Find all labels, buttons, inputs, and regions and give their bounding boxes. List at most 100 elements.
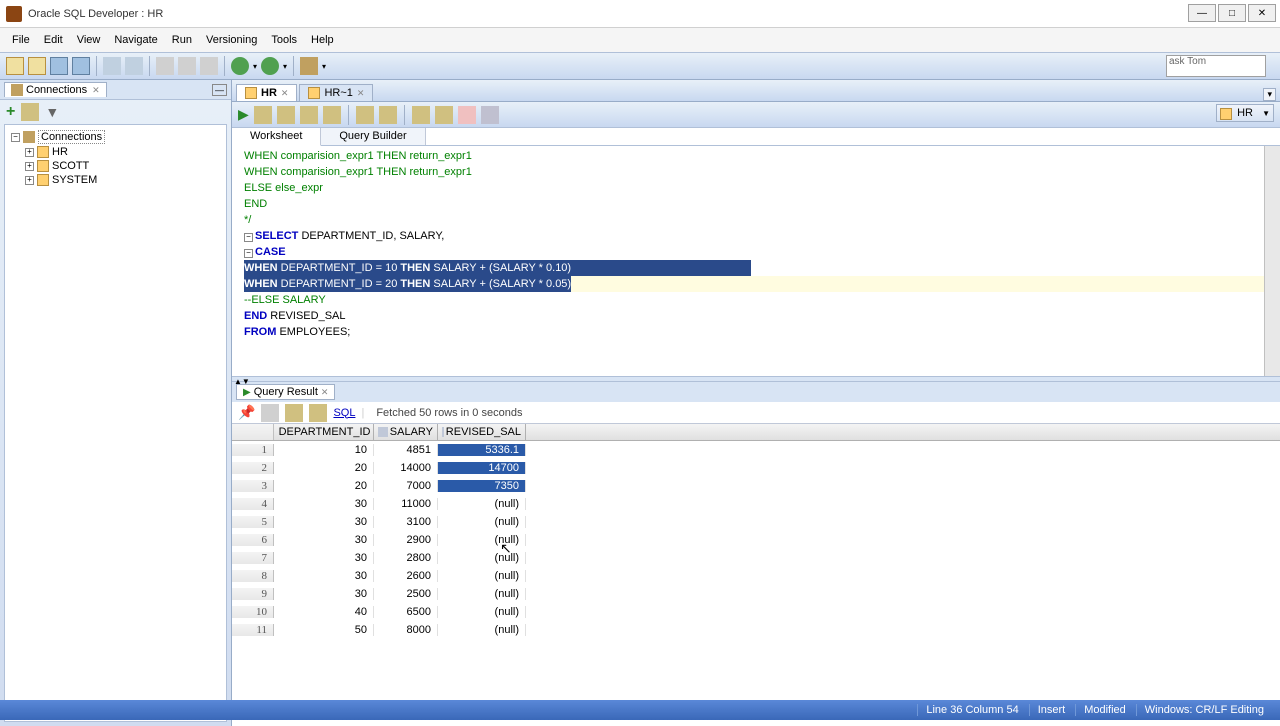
- expand-icon[interactable]: +: [25, 148, 34, 157]
- ask-tom-search[interactable]: ask Tom: [1166, 55, 1266, 77]
- copy-icon[interactable]: [178, 57, 196, 75]
- sql-tuning-icon[interactable]: [323, 106, 341, 124]
- back-icon[interactable]: [231, 57, 249, 75]
- code-line[interactable]: −CASE: [244, 244, 1268, 260]
- collapse-icon[interactable]: −: [11, 133, 20, 142]
- code-line[interactable]: −SELECT DEPARTMENT_ID, SALARY,: [244, 228, 1268, 244]
- rollback-icon[interactable]: [379, 106, 397, 124]
- table-row[interactable]: 8302600(null): [232, 567, 1280, 585]
- column-department-id[interactable]: DEPARTMENT_ID: [274, 424, 374, 440]
- tree-item-scott[interactable]: + SCOTT: [25, 159, 220, 173]
- undo-icon[interactable]: [103, 57, 121, 75]
- menu-navigate[interactable]: Navigate: [108, 32, 163, 48]
- code-line[interactable]: WHEN comparision_expr1 THEN return_expr1: [244, 164, 1268, 180]
- table-row[interactable]: 2201400014700: [232, 459, 1280, 477]
- result-icon: ▶: [243, 387, 251, 398]
- unshared-icon[interactable]: [412, 106, 430, 124]
- open-icon[interactable]: [28, 57, 46, 75]
- code-line[interactable]: WHEN DEPARTMENT_ID = 20 THEN SALARY + (S…: [244, 276, 1268, 292]
- export-icon[interactable]: [309, 404, 327, 422]
- print-icon[interactable]: [261, 404, 279, 422]
- connections-tree[interactable]: − Connections + HR + SCOTT + SY: [4, 124, 227, 722]
- history-icon[interactable]: [481, 106, 499, 124]
- minimize-panel-icon[interactable]: —: [212, 84, 227, 96]
- query-result-tab[interactable]: ▶ Query Result ✕: [236, 384, 335, 400]
- menu-help[interactable]: Help: [305, 32, 340, 48]
- menu-run[interactable]: Run: [166, 32, 198, 48]
- tree-root[interactable]: Connections: [38, 130, 105, 144]
- column-salary[interactable]: SALARY: [374, 424, 438, 440]
- filter-icon[interactable]: ▼: [45, 104, 59, 120]
- menu-versioning[interactable]: Versioning: [200, 32, 263, 48]
- tab-worksheet[interactable]: Worksheet: [232, 128, 321, 146]
- menu-tools[interactable]: Tools: [265, 32, 303, 48]
- run-script-icon[interactable]: [254, 106, 272, 124]
- connection-dropdown[interactable]: HR ▼: [1216, 104, 1274, 122]
- result-grid[interactable]: DEPARTMENT_ID SALARY REVISED_SAL 1104851…: [232, 424, 1280, 639]
- connections-tab[interactable]: Connections ✕: [4, 82, 107, 97]
- refresh-result-icon[interactable]: [285, 404, 303, 422]
- column-revised-sal[interactable]: REVISED_SAL: [438, 424, 526, 440]
- code-line[interactable]: WHEN comparision_expr1 THEN return_expr1: [244, 148, 1268, 164]
- worksheet-tabs: Worksheet Query Builder: [232, 128, 1280, 146]
- clear-icon[interactable]: [435, 106, 453, 124]
- close-icon[interactable]: ✕: [281, 88, 289, 99]
- code-line[interactable]: END: [244, 196, 1268, 212]
- close-icon[interactable]: ✕: [321, 387, 329, 398]
- save-all-icon[interactable]: [72, 57, 90, 75]
- save-icon[interactable]: [50, 57, 68, 75]
- table-row[interactable]: 43011000(null): [232, 495, 1280, 513]
- menu-file[interactable]: File: [6, 32, 36, 48]
- expand-icon[interactable]: +: [25, 176, 34, 185]
- expand-icon[interactable]: +: [25, 162, 34, 171]
- code-line[interactable]: */: [244, 212, 1268, 228]
- new-connection-icon[interactable]: +: [6, 103, 15, 121]
- code-line[interactable]: WHEN DEPARTMENT_ID = 10 THEN SALARY + (S…: [244, 260, 1268, 276]
- result-tab-bar: ▶ Query Result ✕: [232, 382, 1280, 402]
- new-icon[interactable]: [6, 57, 24, 75]
- close-icon[interactable]: ✕: [92, 85, 100, 96]
- close-icon[interactable]: ✕: [357, 88, 365, 99]
- table-row[interactable]: 11048515336.1: [232, 441, 1280, 459]
- code-line[interactable]: ELSE else_expr: [244, 180, 1268, 196]
- tree-item-hr[interactable]: + HR: [25, 145, 220, 159]
- table-row[interactable]: 5303100(null): [232, 513, 1280, 531]
- splitter[interactable]: ▲▼: [232, 376, 1280, 382]
- vertical-scrollbar[interactable]: [1264, 146, 1280, 376]
- maximize-button[interactable]: □: [1218, 4, 1246, 22]
- redo-icon[interactable]: [125, 57, 143, 75]
- pin-icon[interactable]: 📌: [238, 404, 255, 421]
- menu-view[interactable]: View: [71, 32, 107, 48]
- autotrace-icon[interactable]: [300, 106, 318, 124]
- sql-link[interactable]: SQL: [333, 407, 355, 419]
- table-row[interactable]: 11508000(null): [232, 621, 1280, 639]
- tab-menu-icon[interactable]: ▾: [1263, 88, 1276, 101]
- table-row[interactable]: 9302500(null): [232, 585, 1280, 603]
- table-row[interactable]: 7302800(null): [232, 549, 1280, 567]
- editor-tab-hr[interactable]: HR ✕: [236, 84, 297, 101]
- refresh-icon[interactable]: [21, 103, 39, 121]
- tab-query-builder[interactable]: Query Builder: [321, 128, 425, 145]
- cut-icon[interactable]: [156, 57, 174, 75]
- table-row[interactable]: 10406500(null): [232, 603, 1280, 621]
- table-row[interactable]: 32070007350: [232, 477, 1280, 495]
- table-row[interactable]: 6302900(null): [232, 531, 1280, 549]
- commit-icon[interactable]: [356, 106, 374, 124]
- editor-tab-hr1[interactable]: HR~1 ✕: [299, 84, 373, 101]
- explain-plan-icon[interactable]: [277, 106, 295, 124]
- code-line[interactable]: --ELSE SALARY: [244, 292, 1268, 308]
- code-line[interactable]: END REVISED_SAL: [244, 308, 1268, 324]
- close-button[interactable]: ✕: [1248, 4, 1276, 22]
- forward-icon[interactable]: [261, 57, 279, 75]
- minimize-button[interactable]: —: [1188, 4, 1216, 22]
- tree-item-system[interactable]: + SYSTEM: [25, 173, 220, 187]
- eraser-icon[interactable]: [458, 106, 476, 124]
- sql-editor[interactable]: WHEN comparision_expr1 THEN return_expr1…: [232, 146, 1280, 376]
- result-toolbar: 📌 SQL | Fetched 50 rows in 0 seconds: [232, 402, 1280, 424]
- run-icon[interactable]: ▶: [238, 106, 249, 123]
- code-line[interactable]: FROM EMPLOYEES;: [244, 324, 1268, 340]
- paste-icon[interactable]: [200, 57, 218, 75]
- menu-edit[interactable]: Edit: [38, 32, 69, 48]
- chevron-down-icon: ▼: [1262, 109, 1270, 118]
- db-icon[interactable]: [300, 57, 318, 75]
